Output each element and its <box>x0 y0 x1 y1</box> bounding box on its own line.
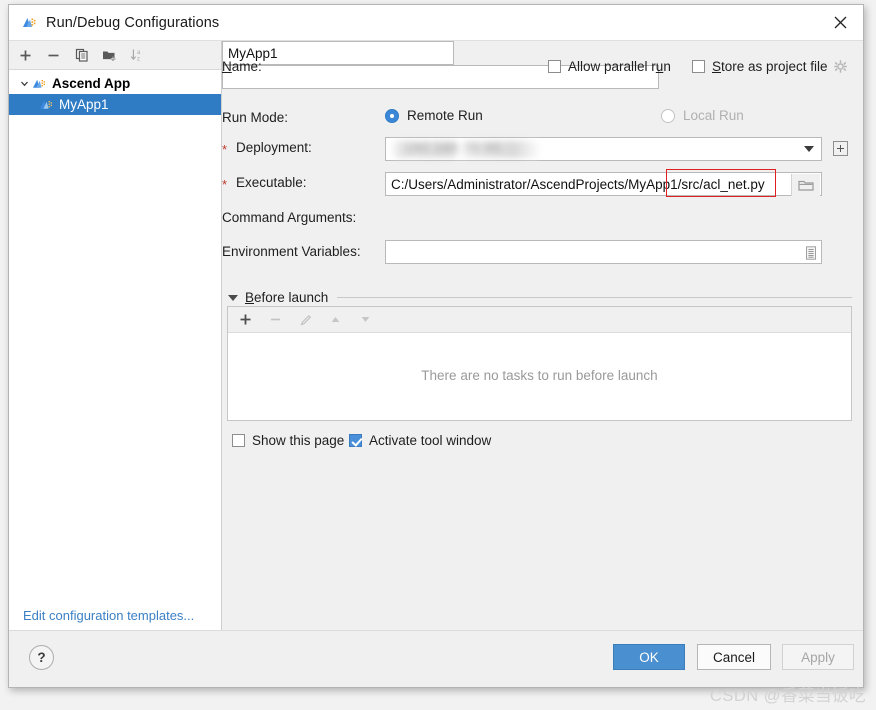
run-mode-label-row: Run Mode: <box>222 110 288 125</box>
svg-text:a: a <box>137 50 141 56</box>
tree-group-ascend-app[interactable]: Ascend App <box>9 73 221 94</box>
executable-input[interactable] <box>386 173 791 195</box>
environment-variables-label: Environment Variables: <box>222 244 361 259</box>
folder-browse-icon[interactable] <box>791 174 820 196</box>
executable-field-wrapper <box>385 172 822 196</box>
before-launch-panel: There are no tasks to run before launch <box>227 306 852 421</box>
command-arguments-label: Command Arguments: <box>222 210 357 225</box>
environment-variables-label-row: Environment Variables: <box>222 244 361 259</box>
add-task-button[interactable] <box>237 311 254 328</box>
deployment-required-star: * <box>222 142 228 157</box>
ok-button[interactable]: OK <box>613 644 685 670</box>
executable-label: Executable: <box>236 175 307 190</box>
activate-tool-window-row[interactable]: Activate tool window <box>349 433 491 448</box>
tree-group-label: Ascend App <box>52 76 131 91</box>
arrow-down-icon <box>357 311 374 328</box>
chevron-down-icon[interactable] <box>228 294 238 301</box>
close-icon[interactable] <box>817 5 863 40</box>
allow-parallel-run-label: Allow parallel run <box>568 59 671 74</box>
chevron-down-icon[interactable] <box>804 146 814 152</box>
store-as-project-file-label: Store as project file <box>712 59 828 74</box>
executable-required-star: * <box>222 177 228 192</box>
local-run-label: Local Run <box>683 108 744 123</box>
remove-configuration-button[interactable] <box>45 47 62 64</box>
edit-configuration-templates-link[interactable]: Edit configuration templates... <box>23 608 194 623</box>
deployment-label-row: * Deployment: <box>222 140 312 157</box>
store-as-project-file-row[interactable]: Store as project file <box>692 59 847 74</box>
chevron-down-icon[interactable] <box>17 77 31 91</box>
dialog-footer: ? OK Cancel Apply <box>9 630 863 687</box>
deployment-value-redacted: 192.168.70.95 <box>391 141 541 158</box>
dialog-title: Run/Debug Configurations <box>46 14 220 31</box>
before-launch-toolbar <box>228 307 851 333</box>
section-divider <box>337 297 852 298</box>
ascend-app-icon <box>32 77 47 91</box>
local-run-radio[interactable] <box>661 108 675 123</box>
copy-configuration-button[interactable] <box>73 47 90 64</box>
executable-label-row: * Executable: <box>222 175 307 192</box>
add-configuration-button[interactable] <box>17 47 34 64</box>
command-arguments-label-row: Command Arguments: <box>222 210 356 225</box>
csdn-watermark: CSDN @香菜当饭吃 <box>709 687 866 705</box>
dialog-titlebar: Run/Debug Configurations <box>9 5 863 41</box>
run-mode-label: Run Mode: <box>222 110 289 125</box>
remote-run-radio[interactable] <box>385 108 399 123</box>
sort-configurations-button[interactable]: a z <box>129 47 146 64</box>
cancel-button[interactable]: Cancel <box>697 644 771 670</box>
before-launch-title: Before launch <box>245 290 329 305</box>
new-folder-button[interactable] <box>101 47 118 64</box>
tree-item-myapp1[interactable]: MyApp1 <box>9 94 221 115</box>
configurations-tree: Ascend App MyApp1 <box>9 70 221 631</box>
apply-button: Apply <box>782 644 854 670</box>
deployment-combo[interactable]: 192.168.70.95 <box>385 137 822 161</box>
remote-run-radio-row[interactable]: Remote Run <box>385 108 483 123</box>
add-deployment-button[interactable] <box>833 141 848 156</box>
show-this-page-label: Show this page <box>252 433 345 448</box>
arrow-up-icon <box>327 311 344 328</box>
ascend-app-icon <box>21 15 37 31</box>
gear-icon[interactable] <box>833 60 847 73</box>
allow-parallel-run-checkbox[interactable] <box>548 60 561 73</box>
allow-parallel-run-row[interactable]: Allow parallel run <box>548 59 671 74</box>
deployment-label: Deployment: <box>236 140 312 155</box>
tree-item-label: MyApp1 <box>59 97 109 112</box>
ascend-app-icon <box>39 98 54 112</box>
environment-variables-input[interactable] <box>386 241 801 263</box>
configurations-toolbar: a z <box>9 41 221 70</box>
remote-run-label: Remote Run <box>407 108 483 123</box>
local-run-radio-row[interactable]: Local Run <box>661 108 744 123</box>
activate-tool-window-checkbox[interactable] <box>349 434 362 447</box>
pencil-icon <box>297 311 314 328</box>
run-debug-configurations-dialog: Run/Debug Configurations a z Ascend App … <box>8 4 864 688</box>
configurations-panel: a z Ascend App MyApp1 Edit configuration… <box>9 41 222 631</box>
svg-text:z: z <box>137 56 140 62</box>
environment-variables-field-wrapper <box>385 240 822 264</box>
configuration-form: Name: Allow parallel run Store as projec… <box>222 41 863 631</box>
activate-tool-window-label: Activate tool window <box>369 433 492 448</box>
dialog-body: a z Ascend App MyApp1 Edit configuration… <box>9 41 863 631</box>
show-this-page-checkbox[interactable] <box>232 434 245 447</box>
store-as-project-file-checkbox[interactable] <box>692 60 705 73</box>
remove-task-button <box>267 311 284 328</box>
show-this-page-row[interactable]: Show this page <box>232 433 344 448</box>
before-launch-empty-text: There are no tasks to run before launch <box>421 368 658 383</box>
before-launch-header[interactable]: Before launch <box>228 290 852 305</box>
name-label-row: Name: <box>222 59 262 74</box>
help-button[interactable]: ? <box>29 645 54 670</box>
name-label: Name: <box>222 59 262 74</box>
list-edit-icon[interactable] <box>803 244 819 262</box>
